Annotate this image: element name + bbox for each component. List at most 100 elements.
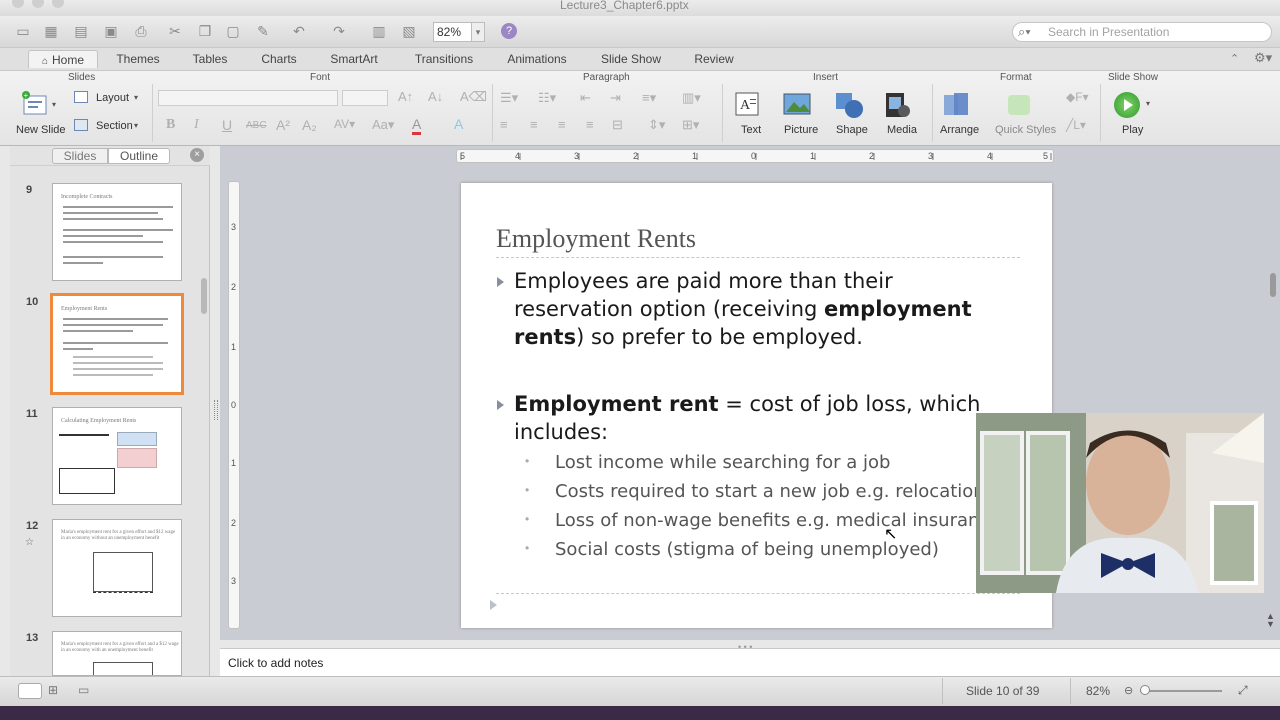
shape-fill-icon[interactable]: ◆F▾ — [1066, 90, 1089, 104]
normal-view-button[interactable] — [18, 683, 42, 699]
arrange-button[interactable]: Arrange — [940, 124, 979, 136]
sub-bullet-1[interactable]: Lost income while searching for a job — [555, 448, 890, 477]
sub-bullet-4[interactable]: Social costs (stigma of being unemployed… — [555, 535, 939, 564]
pane-splitter[interactable] — [214, 400, 218, 420]
columns-icon[interactable]: ▥▾ — [682, 90, 701, 106]
search-input[interactable]: Search in Presentation — [1048, 25, 1169, 39]
redo-icon[interactable]: ↷ — [330, 22, 348, 40]
shape-line-icon[interactable]: ╱L▾ — [1066, 118, 1086, 132]
strikethrough-icon[interactable]: ABC — [246, 120, 267, 131]
play-dropdown-icon[interactable]: ▾ — [1146, 99, 1150, 108]
font-name-input[interactable] — [158, 90, 338, 106]
zoom-out-icon[interactable]: ⊖ — [1124, 684, 1133, 697]
quick-styles-button[interactable]: Quick Styles — [995, 124, 1056, 136]
tab-slide-show[interactable]: Slide Show — [590, 50, 672, 68]
increase-indent-icon[interactable]: ⇥ — [610, 90, 621, 106]
tab-smartart[interactable]: SmartArt — [320, 50, 388, 68]
section-dropdown-icon[interactable]: ▾ — [134, 121, 138, 130]
gear-icon[interactable]: ⚙▾ — [1254, 50, 1272, 66]
quick-styles-icon[interactable] — [1004, 91, 1032, 117]
tab-charts[interactable]: Charts — [250, 50, 308, 68]
numbering-icon[interactable]: ☷▾ — [538, 90, 556, 106]
text-direction-icon[interactable]: ⇕▾ — [648, 117, 665, 133]
slide-title[interactable]: Employment Rents — [496, 224, 696, 254]
presenter-view-icon[interactable]: ▭ — [78, 683, 89, 697]
tab-outline[interactable]: Outline — [108, 148, 170, 164]
collapse-ribbon-icon[interactable]: ⌃ — [1230, 52, 1239, 65]
tab-tables[interactable]: Tables — [180, 50, 240, 68]
section-button[interactable]: Section — [96, 120, 133, 132]
tab-home[interactable]: ⌂ Home — [28, 50, 98, 68]
text-button[interactable]: Text — [741, 124, 761, 136]
slide-thumbnail[interactable]: Maria's employment rent for a given effo… — [52, 519, 182, 617]
decrease-indent-icon[interactable]: ⇤ — [580, 90, 591, 106]
tab-transitions[interactable]: Transitions — [402, 50, 486, 68]
shape-icon[interactable] — [834, 91, 863, 118]
sub-bullet-3[interactable]: Loss of non-wage benefits e.g. medical i… — [555, 506, 1000, 535]
editor-scrollbar[interactable] — [1270, 273, 1276, 297]
new-icon[interactable]: ▭ — [14, 22, 32, 40]
zoom-slider-thumb[interactable] — [1140, 685, 1150, 695]
layout-button[interactable]: Layout — [96, 92, 129, 104]
clear-formatting-icon[interactable]: A⌫ — [460, 89, 487, 105]
subscript-icon[interactable]: A₂ — [302, 117, 317, 133]
zoom-input[interactable]: 82% — [433, 22, 473, 42]
slide-thumbnail[interactable]: Calculating Employment Rents — [52, 407, 182, 505]
print-icon[interactable]: ⎙ — [132, 22, 150, 40]
slide-thumbnail[interactable]: Incomplete Contracts — [52, 183, 182, 281]
help-icon[interactable]: ? — [501, 23, 517, 39]
tab-animations[interactable]: Animations — [496, 50, 578, 68]
tab-slides[interactable]: Slides — [52, 148, 108, 164]
picture-button[interactable]: Picture — [784, 124, 818, 136]
sub-bullet-2[interactable]: Costs required to start a new job e.g. r… — [555, 477, 985, 506]
picture-icon[interactable] — [782, 91, 811, 117]
new-slide-label[interactable]: New Slide — [16, 124, 66, 136]
media-icon[interactable] — [884, 91, 912, 117]
new-slide-icon[interactable]: + — [20, 90, 50, 120]
save-icon[interactable]: ▣ — [102, 22, 120, 40]
slide-thumbnail[interactable]: Maria's employment rent for a given effo… — [52, 631, 182, 676]
zoom-dropdown-icon[interactable]: ▾ — [471, 22, 485, 42]
align-right-icon[interactable]: ≡ — [558, 117, 566, 132]
new-slide-dropdown-icon[interactable]: ▾ — [52, 100, 56, 109]
slide-sorter-view-icon[interactable]: ⊞ — [48, 683, 58, 697]
undo-icon[interactable]: ↶ — [290, 22, 308, 40]
media-button[interactable]: Media — [887, 124, 917, 136]
templates-icon[interactable]: ▦ — [42, 22, 60, 40]
slide-thumbnail-selected[interactable]: Employment Rents — [50, 293, 184, 395]
notes-pane[interactable] — [220, 648, 1280, 676]
text-box-icon[interactable]: A — [734, 91, 762, 117]
cut-icon[interactable]: ✂ — [166, 22, 184, 40]
align-left-icon[interactable]: ≡ — [500, 117, 508, 132]
zoom-slider[interactable] — [1140, 690, 1222, 692]
italic-icon[interactable]: I — [194, 117, 199, 133]
copy-icon[interactable]: ❐ — [196, 22, 214, 40]
superscript-icon[interactable]: A² — [276, 117, 290, 133]
next-slide-icon[interactable]: ▲ ▼ — [1266, 612, 1275, 629]
character-spacing-icon[interactable]: AV▾ — [334, 117, 355, 131]
shape-button[interactable]: Shape — [836, 124, 868, 136]
close-icon[interactable]: × — [190, 148, 204, 162]
line-spacing-icon[interactable]: ≡▾ — [642, 90, 656, 106]
tab-review[interactable]: Review — [684, 50, 744, 68]
justify-icon[interactable]: ≡ — [586, 117, 594, 132]
play-button[interactable]: Play — [1122, 124, 1143, 136]
align-text-icon[interactable]: ⊞▾ — [682, 117, 699, 133]
arrange-icon[interactable] — [942, 91, 970, 117]
bullet-1-text[interactable]: Employees are paid more than their reser… — [514, 267, 1014, 351]
normal-view-icon[interactable]: ▧ — [400, 22, 418, 40]
open-icon[interactable]: ▤ — [72, 22, 90, 40]
fit-to-window-icon[interactable]: ⤢ — [1238, 683, 1248, 698]
distributed-icon[interactable]: ⊟ — [612, 117, 623, 133]
slide-sorter-icon[interactable]: ▥ — [370, 22, 388, 40]
bullet-2-text[interactable]: Employment rent = cost of job loss, whic… — [514, 390, 1014, 446]
layout-dropdown-icon[interactable]: ▾ — [134, 93, 138, 102]
tab-themes[interactable]: Themes — [108, 50, 168, 68]
pane-scrollbar[interactable] — [201, 278, 207, 314]
underline-icon[interactable]: U — [222, 117, 232, 133]
text-effects-icon[interactable]: A — [454, 116, 463, 132]
format-painter-icon[interactable]: ✎ — [254, 22, 272, 40]
paste-icon[interactable]: ▢ — [224, 22, 242, 40]
font-color-icon[interactable]: A — [412, 116, 422, 135]
change-case-icon[interactable]: Aa▾ — [372, 117, 394, 133]
